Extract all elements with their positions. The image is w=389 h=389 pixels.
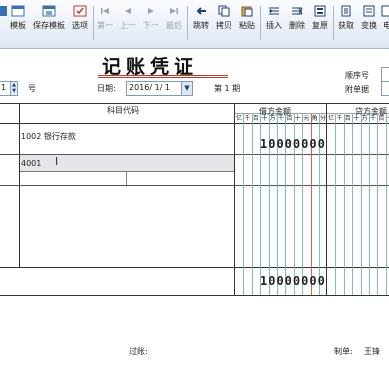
- row1-account[interactable]: 1002 银行存款: [21, 131, 76, 142]
- copy-icon: [218, 5, 230, 17]
- digit-column-line: [369, 114, 370, 295]
- next-button[interactable]: 下一: [141, 3, 161, 45]
- spin-arrows-icon[interactable]: ▲ ▼: [10, 82, 17, 95]
- date-field[interactable]: 2016/ 1/ 1 ▼: [126, 81, 193, 96]
- toolbar-separator: [333, 6, 334, 40]
- previous-label: 上一: [120, 21, 136, 30]
- jump-button[interactable]: 跳转: [190, 3, 212, 45]
- total-debit-amount: 10000000: [260, 274, 326, 288]
- row2-account[interactable]: 4001: [21, 159, 41, 168]
- digit-column-line: [360, 114, 362, 295]
- options-button[interactable]: 选项: [69, 3, 91, 45]
- transform-icon: [363, 5, 375, 17]
- fetch-icon: [341, 5, 351, 17]
- delete-button[interactable]: 删除: [286, 3, 308, 45]
- fetch-button[interactable]: 获取: [335, 3, 357, 45]
- text-cursor-icon: I: [55, 155, 59, 168]
- voucher-number-field[interactable]: 1 ▲ ▼: [0, 81, 18, 96]
- insert-button[interactable]: 插入: [263, 3, 285, 45]
- seq-field[interactable]: [381, 67, 389, 82]
- template-icon: [11, 5, 25, 17]
- maker-value: 王锋: [364, 347, 380, 356]
- digit-column-line: [343, 114, 345, 295]
- row2-edit-field[interactable]: [20, 155, 234, 171]
- paste-button[interactable]: 粘贴: [236, 3, 258, 45]
- previous-icon: [125, 8, 131, 14]
- attach-field[interactable]: [381, 81, 389, 96]
- restore-icon: [314, 5, 326, 17]
- first-label: 第一: [97, 21, 113, 30]
- toolbar-partial-button[interactable]: [0, 3, 7, 45]
- voucher-number-suffix: 号: [28, 84, 36, 93]
- date-value: 2016/ 1/ 1: [129, 83, 171, 92]
- row1-debit-amount[interactable]: 10000000: [260, 137, 326, 151]
- toolbar-separator: [187, 6, 188, 40]
- digit-column-line: [243, 114, 245, 295]
- restore-button[interactable]: 复原: [309, 3, 331, 45]
- copy-label: 拷贝: [216, 21, 232, 30]
- transform-label: 变换: [361, 21, 377, 30]
- transform-button[interactable]: 变换: [358, 3, 380, 45]
- voucher-number-value: 1: [1, 83, 7, 92]
- insert-label: 插入: [266, 21, 282, 30]
- last-button[interactable]: 最后: [164, 3, 184, 45]
- reviewer-label: 过账:: [129, 347, 148, 356]
- digit-column-line: [352, 114, 354, 295]
- grid-top-line: [0, 103, 389, 104]
- paste-icon: [241, 6, 253, 17]
- grid-bottom-line: [0, 295, 389, 296]
- options-icon: [73, 5, 87, 17]
- digit-column-line: [385, 114, 387, 295]
- next-icon: [148, 8, 154, 14]
- save-template-button[interactable]: 保存模板: [30, 3, 68, 45]
- attach-label: 附单据: [345, 85, 369, 94]
- restore-label: 复原: [312, 21, 328, 30]
- digit-column-line: [377, 114, 379, 295]
- toolbar: 模板 保存模板 选项 第一 上一 下一 最后 跳转 拷贝 粘贴 插入 删除 复原…: [0, 0, 389, 49]
- first-button[interactable]: 第一: [95, 3, 115, 45]
- template-label: 模板: [10, 21, 26, 30]
- save-template-label: 保存模板: [33, 21, 65, 30]
- calculator-label: 电: [383, 21, 389, 30]
- insert-icon: [269, 7, 279, 15]
- calendar-dropdown-icon[interactable]: ▼: [181, 82, 192, 95]
- delete-label: 删除: [289, 21, 305, 30]
- template-button[interactable]: 模板: [7, 3, 29, 45]
- jump-icon: [196, 7, 206, 15]
- copy-button[interactable]: 拷贝: [213, 3, 235, 45]
- fetch-label: 获取: [338, 21, 354, 30]
- paste-label: 粘贴: [239, 21, 255, 30]
- digit-column-line: [335, 114, 337, 295]
- seq-label: 顺序号: [345, 71, 369, 80]
- delete-icon: [292, 7, 303, 15]
- previous-button[interactable]: 上一: [118, 3, 138, 45]
- digit-column-line: [251, 114, 253, 295]
- title-underline: [98, 75, 228, 76]
- next-label: 下一: [143, 21, 159, 30]
- options-label: 选项: [72, 21, 88, 30]
- credit-digit-grid: [327, 114, 389, 295]
- voucher-panel: 记账凭证 1 ▲ ▼ 号 日期: 2016/ 1/ 1 ▼ 第 1 期 顺序号 附…: [0, 49, 389, 389]
- first-icon: [101, 8, 109, 14]
- toolbar-separator: [260, 6, 261, 40]
- last-label: 最后: [166, 21, 182, 30]
- account-code-header: 科目代码: [107, 106, 139, 115]
- title-underline-2: [98, 77, 228, 78]
- left-col-line: [19, 103, 20, 267]
- last-icon: [170, 8, 178, 14]
- period-label: 第 1 期: [214, 84, 241, 93]
- row2-subfield-left[interactable]: [20, 172, 127, 185]
- save-template-icon: [42, 5, 56, 17]
- maker-label: 制单:: [334, 347, 353, 356]
- calculator-icon: [381, 5, 389, 17]
- calculator-button[interactable]: 电: [380, 3, 389, 45]
- toolbar-separator: [93, 6, 94, 40]
- jump-label: 跳转: [193, 21, 209, 30]
- date-label: 日期:: [97, 84, 116, 93]
